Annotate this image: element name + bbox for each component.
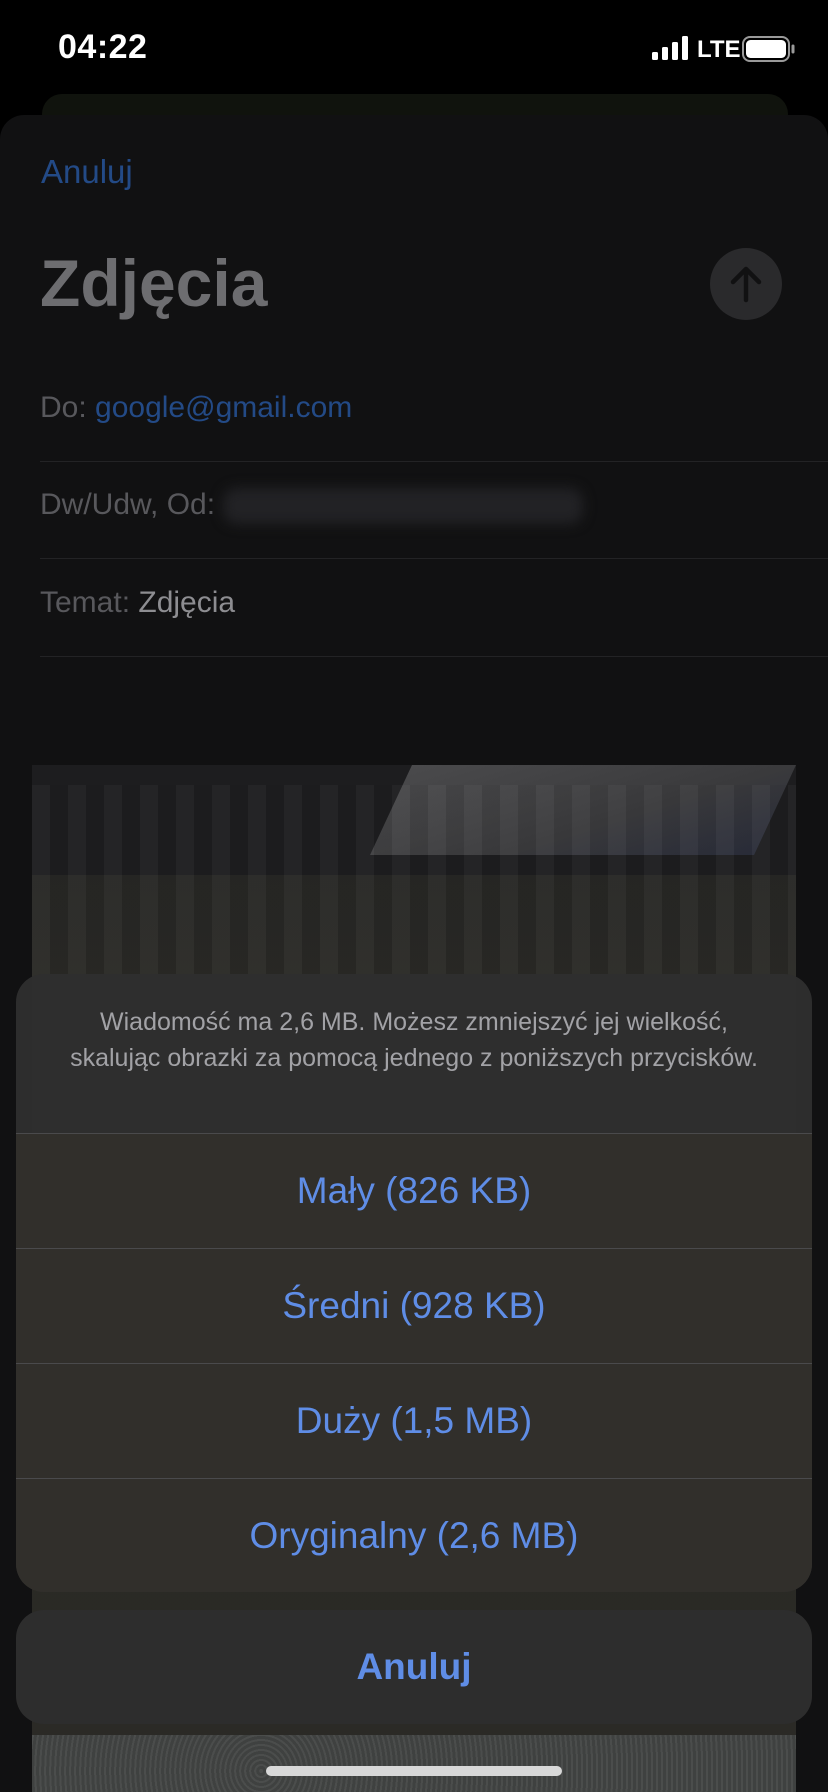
subject-value[interactable]: Zdjęcia: [138, 586, 235, 619]
battery-icon: [742, 36, 795, 62]
to-recipient[interactable]: google@gmail.com: [95, 391, 352, 424]
signal-icon: [652, 36, 688, 60]
status-bar: 04:22 LTE: [0, 0, 828, 100]
redacted-sender: [223, 488, 584, 525]
to-field[interactable]: Do: google@gmail.com: [40, 363, 828, 462]
arrow-up-icon: [730, 266, 762, 303]
home-indicator[interactable]: [266, 1766, 562, 1776]
action-sheet-cancel-button[interactable]: Anuluj: [16, 1610, 812, 1724]
photo-wall-texture: [32, 1735, 796, 1792]
send-button[interactable]: [710, 248, 782, 320]
compose-cancel-button[interactable]: Anuluj: [41, 153, 133, 191]
subject-field[interactable]: Temat: Zdjęcia: [40, 558, 828, 657]
size-medium-button[interactable]: Średni (928 KB): [16, 1248, 812, 1363]
compose-title: Zdjęcia: [40, 246, 268, 320]
cc-bcc-from-field[interactable]: Dw/Udw, Od:: [40, 460, 828, 559]
screen: 04:22 LTE Anuluj Zdjęcia Do: google@gmai: [0, 0, 828, 1792]
size-large-button[interactable]: Duży (1,5 MB): [16, 1363, 812, 1478]
subject-label: Temat:: [40, 586, 131, 619]
photo-blinds: [32, 785, 796, 985]
action-sheet-message: Wiadomość ma 2,6 MB. Możesz zmniejszyć j…: [70, 1008, 758, 1072]
size-small-button[interactable]: Mały (826 KB): [16, 1133, 812, 1248]
size-original-button[interactable]: Oryginalny (2,6 MB): [16, 1478, 812, 1592]
network-type-label: LTE: [697, 36, 741, 63]
status-time: 04:22: [58, 28, 148, 66]
cc-label: Dw/Udw, Od:: [40, 488, 216, 521]
image-size-action-sheet: Wiadomość ma 2,6 MB. Możesz zmniejszyć j…: [16, 974, 812, 1592]
to-label: Do:: [40, 391, 87, 424]
